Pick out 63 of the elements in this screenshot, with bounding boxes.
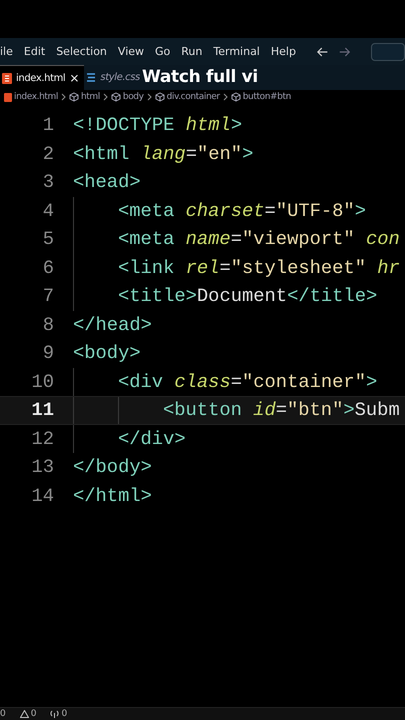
breadcrumb-item[interactable]: body bbox=[122, 92, 144, 102]
chevron-icon bbox=[222, 93, 228, 101]
breadcrumb-item[interactable]: index.html bbox=[14, 92, 58, 102]
warning-icon bbox=[20, 710, 29, 718]
back-arrow-icon[interactable] bbox=[316, 46, 328, 58]
cube-icon bbox=[154, 92, 165, 102]
menu-item[interactable]: Help bbox=[270, 45, 296, 58]
code-line: <head> bbox=[73, 171, 141, 194]
line-number: 7 bbox=[42, 285, 54, 308]
html-file-icon bbox=[2, 72, 12, 84]
status-count[interactable]: 0 bbox=[61, 709, 68, 719]
menu-item[interactable]: Go bbox=[155, 45, 170, 58]
code-line: </body> bbox=[73, 456, 152, 478]
line-number: 10 bbox=[30, 370, 54, 393]
search-field[interactable] bbox=[371, 42, 405, 60]
code-line: <button id="btn">Subm bbox=[163, 399, 400, 422]
code-line: </head> bbox=[73, 314, 152, 336]
line-number: 5 bbox=[42, 228, 54, 250]
menu-item[interactable]: View bbox=[118, 45, 144, 58]
code-line: </html> bbox=[73, 484, 152, 507]
code-line: <html lang="en"> bbox=[73, 142, 254, 165]
menu-item[interactable]: ile bbox=[0, 45, 13, 58]
line-number: 6 bbox=[42, 256, 54, 279]
line-number: 12 bbox=[30, 428, 54, 450]
cube-icon bbox=[230, 92, 241, 102]
line-number: 9 bbox=[42, 342, 54, 364]
chevron-icon bbox=[102, 93, 108, 101]
line-number: 13 bbox=[30, 456, 54, 478]
editor-tab[interactable]: index.html × bbox=[0, 65, 84, 90]
forward-arrow-icon[interactable] bbox=[339, 46, 350, 58]
code-line: <link rel="stylesheet" hr bbox=[118, 256, 400, 279]
line-number: 14 bbox=[30, 484, 54, 507]
code-line: <meta name="viewport" con bbox=[118, 228, 400, 250]
menu-item[interactable]: Terminal bbox=[213, 45, 260, 58]
line-number: 8 bbox=[42, 314, 54, 336]
cube-icon bbox=[110, 92, 121, 102]
antenna-icon bbox=[50, 710, 60, 718]
css-file-icon bbox=[86, 72, 96, 83]
cube-icon bbox=[68, 92, 79, 102]
chevron-icon bbox=[146, 93, 152, 101]
status-count[interactable]: 0 bbox=[30, 709, 36, 719]
code-line: <body> bbox=[73, 342, 141, 364]
code-line: <meta charset="UTF-8"> bbox=[118, 200, 366, 222]
html-file-icon bbox=[4, 92, 12, 102]
line-number: 2 bbox=[42, 142, 54, 165]
breadcrumb-item[interactable]: div.container bbox=[166, 92, 220, 102]
code-line: <div class="container"> bbox=[118, 370, 378, 393]
code-line: <!DOCTYPE html> bbox=[73, 114, 242, 136]
status-count[interactable]: 0 bbox=[0, 709, 6, 719]
menu-item[interactable]: Selection bbox=[56, 45, 107, 58]
breadcrumb-item[interactable]: button#btn bbox=[242, 92, 291, 102]
video-caption: Watch full vi bbox=[142, 67, 258, 87]
menu-item[interactable]: Edit bbox=[24, 45, 46, 58]
code-line: <title>Document</title> bbox=[118, 285, 378, 308]
chevron-icon bbox=[60, 93, 66, 101]
line-number: 1 bbox=[42, 114, 54, 136]
breadcrumb-item[interactable]: html bbox=[80, 92, 100, 102]
code-line: </div> bbox=[118, 428, 186, 450]
line-number: 11 bbox=[30, 399, 54, 422]
line-number: 4 bbox=[42, 200, 54, 222]
line-number: 3 bbox=[42, 171, 54, 194]
menu-item[interactable]: Run bbox=[181, 45, 202, 58]
close-icon[interactable]: × bbox=[69, 71, 80, 85]
